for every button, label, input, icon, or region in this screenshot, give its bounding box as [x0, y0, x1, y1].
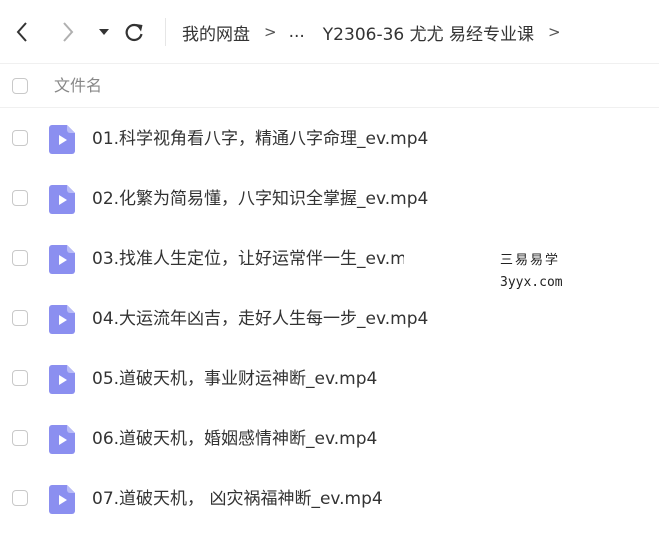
breadcrumb-separator: >	[548, 23, 561, 41]
watermark-url: 3yyx.com	[500, 275, 563, 290]
file-row[interactable]: 04.大运流年凶吉，走好人生每一步_ev.mp4	[0, 289, 659, 349]
breadcrumb-separator: >	[264, 23, 277, 41]
chevron-left-icon	[16, 22, 27, 42]
breadcrumb: 我的网盘 > ... Y2306-36 尤尤 易经专业课 >	[182, 0, 561, 64]
video-file-icon	[49, 125, 75, 154]
file-row[interactable]: 07.道破天机， 凶灾祸福神断_ev.mp4	[0, 469, 659, 529]
file-checkbox[interactable]	[12, 430, 28, 446]
file-list: 01.科学视角看八字，精通八字命理_ev.mp4 02.化繁为简易懂，八字知识全…	[0, 109, 659, 529]
forward-button[interactable]	[56, 18, 80, 46]
file-name[interactable]: 05.道破天机，事业财运神断_ev.mp4	[92, 349, 377, 409]
file-row[interactable]: 01.科学视角看八字，精通八字命理_ev.mp4	[0, 109, 659, 169]
breadcrumb-current[interactable]: Y2306-36 尤尤 易经专业课	[323, 20, 534, 45]
file-checkbox[interactable]	[12, 250, 28, 266]
breadcrumb-root[interactable]: 我的网盘	[182, 20, 250, 45]
file-name[interactable]: 03.找准人生定位，让好运常伴一生_ev.mp4	[92, 229, 404, 289]
chevron-right-icon	[63, 22, 74, 42]
caret-down-icon	[99, 29, 109, 35]
file-row[interactable]: 05.道破天机，事业财运神断_ev.mp4	[0, 349, 659, 409]
video-file-icon	[49, 245, 75, 274]
select-all-checkbox[interactable]	[12, 78, 28, 94]
video-file-icon	[49, 365, 75, 394]
column-header-filename[interactable]: 文件名	[54, 64, 102, 108]
back-button[interactable]	[10, 18, 34, 46]
file-name[interactable]: 07.道破天机， 凶灾祸福神断_ev.mp4	[92, 469, 383, 529]
refresh-icon	[125, 23, 143, 42]
toolbar-divider	[165, 18, 166, 46]
file-name[interactable]: 02.化繁为简易懂，八字知识全掌握_ev.mp4	[92, 169, 428, 229]
history-dropdown-button[interactable]	[92, 18, 116, 46]
refresh-button[interactable]	[122, 18, 146, 46]
file-checkbox[interactable]	[12, 310, 28, 326]
file-row[interactable]: 06.道破天机，婚姻感情神断_ev.mp4	[0, 409, 659, 469]
file-row[interactable]: 02.化繁为简易懂，八字知识全掌握_ev.mp4	[0, 169, 659, 229]
toolbar: 我的网盘 > ... Y2306-36 尤尤 易经专业课 >	[0, 0, 659, 64]
watermark-title: 三易易学	[500, 253, 561, 268]
file-name[interactable]: 04.大运流年凶吉，走好人生每一步_ev.mp4	[92, 289, 428, 349]
video-file-icon	[49, 485, 75, 514]
breadcrumb-ellipsis[interactable]: ...	[289, 22, 305, 42]
watermark: 三易易学 3yyx.com	[500, 250, 563, 294]
file-list-header: 文件名	[0, 64, 659, 108]
file-name[interactable]: 06.道破天机，婚姻感情神断_ev.mp4	[92, 409, 377, 469]
video-file-icon	[49, 425, 75, 454]
file-name[interactable]: 01.科学视角看八字，精通八字命理_ev.mp4	[92, 109, 428, 169]
video-file-icon	[49, 185, 75, 214]
file-checkbox[interactable]	[12, 370, 28, 386]
video-file-icon	[49, 305, 75, 334]
file-checkbox[interactable]	[12, 130, 28, 146]
file-checkbox[interactable]	[12, 490, 28, 506]
file-checkbox[interactable]	[12, 190, 28, 206]
